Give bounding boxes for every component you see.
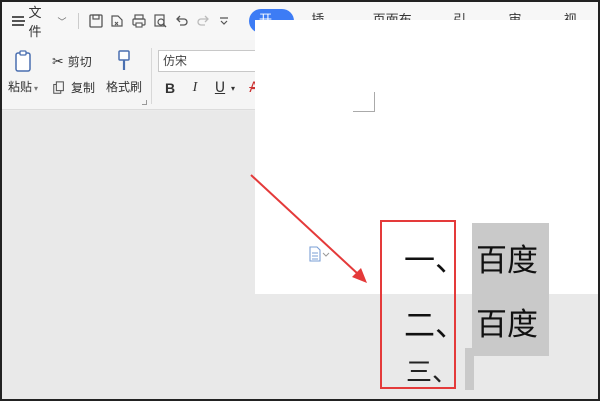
copy-label: 复制	[71, 81, 96, 95]
format-painter-label: 格式刷	[106, 80, 143, 94]
copy-icon	[53, 80, 64, 94]
print-preview-icon[interactable]	[150, 10, 171, 32]
scissors-icon: ✂	[52, 53, 64, 70]
file-menu-label: 文件	[28, 6, 42, 40]
undo-icon[interactable]	[171, 10, 192, 32]
cut-label: 剪切	[67, 55, 92, 69]
app-window: 文件 ﹀ 开始 插入 页面布局 引用 审阅 视图	[0, 0, 600, 401]
customize-dropdown-icon[interactable]	[214, 10, 235, 32]
font-name-value: 仿宋	[163, 54, 188, 68]
hamburger-icon	[12, 16, 26, 26]
cut-button[interactable]: ✂ 剪切	[52, 53, 92, 70]
paste-icon	[15, 50, 31, 72]
paste-label: 粘贴	[8, 80, 33, 94]
list-text-2[interactable]: 百度	[472, 287, 549, 356]
margin-corner-mark	[353, 92, 375, 112]
annotation-box	[380, 220, 456, 389]
paste-button[interactable]: 粘贴 ▾	[8, 48, 38, 95]
divider	[78, 13, 80, 29]
redo-icon[interactable]	[192, 10, 213, 32]
group-launcher-icon[interactable]	[142, 100, 147, 105]
list-text-1[interactable]: 百度	[472, 223, 549, 290]
file-menu-button[interactable]: 文件 ﹀	[6, 6, 72, 40]
chevron-down-icon: ▾	[34, 84, 39, 93]
format-painter-button[interactable]: 格式刷	[106, 48, 142, 95]
bold-button[interactable]: B	[160, 78, 180, 98]
italic-button[interactable]: I	[185, 78, 205, 98]
copy-button[interactable]: 复制	[52, 79, 95, 96]
divider	[151, 48, 152, 104]
chevron-down-icon: ﹀	[57, 17, 67, 28]
underline-button[interactable]: U	[210, 78, 230, 98]
selection-highlight	[465, 348, 474, 390]
format-painter-icon	[118, 50, 130, 70]
chevron-down-icon[interactable]: ▾	[228, 78, 238, 98]
print-icon[interactable]	[128, 10, 149, 32]
save-icon[interactable]	[85, 10, 106, 32]
export-icon[interactable]	[107, 10, 128, 32]
paragraph-options-icon[interactable]	[308, 246, 330, 262]
